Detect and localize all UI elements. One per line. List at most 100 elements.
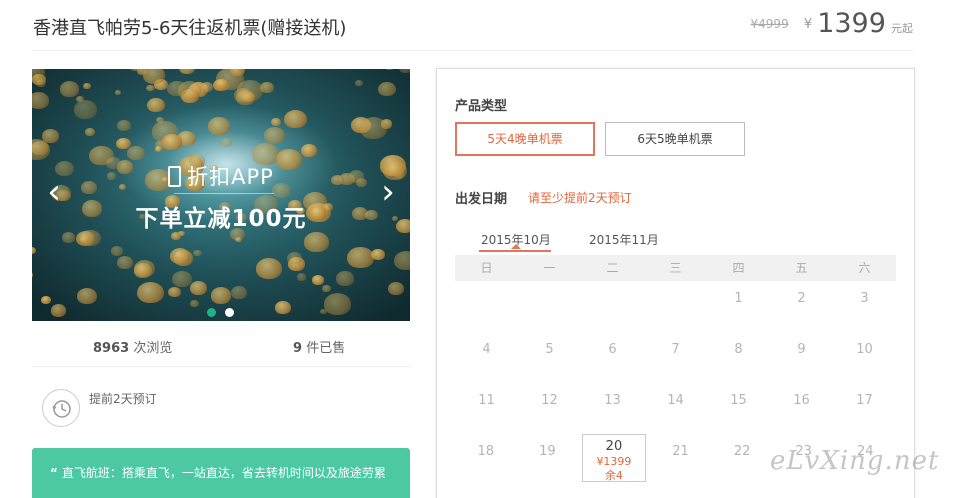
booking-panel: 产品类型 5天4晚单机票 6天5晚单机票 出发日期 请至少提前2天预订 2015…: [436, 68, 915, 498]
jellyfish-shape: [387, 282, 404, 296]
jellyfish-shape: [201, 82, 213, 92]
calendar-day-available[interactable]: 20 ¥1399 余4: [582, 434, 646, 482]
jellyfish-shape: [170, 231, 182, 241]
jellyfish-shape: [169, 248, 191, 265]
weekday-thu: 四: [732, 261, 745, 275]
jellyfish-shape: [214, 78, 229, 90]
slider-dot-1[interactable]: [207, 308, 216, 317]
phone-icon: [168, 166, 182, 187]
jellyfish-shape: [154, 146, 163, 153]
jellyfish-shape: [260, 82, 274, 93]
calendar-day: 1: [734, 291, 743, 306]
views-label: 次浏览: [133, 341, 173, 356]
jellyfish-shape: [370, 248, 385, 261]
sold-count: 9: [293, 341, 303, 356]
jellyfish-shape: [323, 293, 352, 316]
product-title: 香港直飞帕劳5-6天往返机票(赠接送机): [33, 18, 347, 39]
jellyfish-shape: [83, 82, 91, 89]
jellyfish-shape: [383, 69, 396, 71]
calendar-day: 10: [856, 342, 873, 357]
calendar-weekday-header: 日 一 二 三 四 五 六: [455, 255, 896, 281]
jellyfish-shape: [189, 299, 199, 307]
calendar-week-row: 4 5 6 7 8 9 10: [455, 332, 896, 383]
weekday-tue: 二: [606, 261, 619, 275]
day-number: 20: [605, 439, 623, 454]
option-5d4n-button[interactable]: 5天4晚单机票: [455, 122, 595, 156]
calendar-day: 5: [545, 342, 554, 357]
weekday-sat: 六: [858, 261, 871, 275]
jellyfish-shape: [77, 288, 98, 305]
calendar-day: 12: [541, 393, 558, 408]
jellyfish-shape: [236, 90, 255, 105]
jellyfish-shape: [270, 117, 281, 126]
day-price: ¥1399: [596, 455, 632, 468]
jellyfish-shape: [40, 295, 51, 304]
jellyfish-shape: [399, 69, 410, 73]
calendar-day: 9: [797, 342, 806, 357]
calendar-week-row: 1 2 3: [455, 281, 896, 332]
jellyfish-shape: [193, 249, 202, 257]
weekday-wed: 三: [669, 261, 682, 275]
jellyfish-shape: [178, 69, 196, 75]
promo-app-text: 折扣APP: [187, 165, 274, 189]
views-stat: 8963 次浏览: [93, 337, 172, 356]
clock-icon: [42, 389, 80, 427]
jellyfish-shape: [136, 281, 164, 303]
jellyfish-shape: [221, 138, 232, 147]
calendar-day: 13: [604, 393, 621, 408]
calendar-day: [644, 281, 707, 332]
calendar-day: 3: [860, 291, 869, 306]
jellyfish-shape: [32, 271, 33, 279]
sold-stat: 9 件已售: [293, 337, 345, 356]
jellyfish-shape: [319, 308, 327, 315]
calendar-day: 7: [671, 342, 680, 357]
jellyfish-shape: [171, 270, 192, 287]
jellyfish-shape: [133, 263, 152, 278]
image-slider[interactable]: 折扣APP 下单立减100元 ‹ ›: [32, 69, 410, 321]
jellyfish-shape: [50, 304, 67, 317]
calendar-day: 4: [482, 342, 491, 357]
calendar-day: [518, 281, 581, 332]
jellyfish-shape: [117, 255, 134, 269]
calendar-day: 14: [667, 393, 684, 408]
jellyfish-shape: [189, 281, 207, 295]
jellyfish-shape: [275, 301, 291, 314]
jellyfish-shape: [256, 258, 283, 280]
weekday-fri: 五: [795, 261, 808, 275]
jellyfish-shape: [142, 69, 165, 84]
calendar-day: 21: [672, 444, 689, 459]
currency-symbol: ¥: [803, 17, 813, 32]
calendar-day: 11: [478, 393, 495, 408]
calendar-day: 18: [477, 444, 495, 459]
jellyfish-shape: [146, 97, 165, 113]
jellyfish-shape: [359, 116, 388, 139]
day-stock: 余4: [604, 469, 623, 482]
jellyfish-shape: [263, 126, 286, 144]
jellyfish-shape: [297, 273, 307, 281]
calendar-day: 15: [730, 393, 747, 408]
jellyfish-shape: [32, 247, 36, 255]
price-box: ¥4999 ¥ 1399 元起: [751, 8, 913, 39]
jellyfish-shape: [85, 128, 95, 136]
slider-dot-2[interactable]: [225, 308, 234, 317]
calendar-day: 2: [797, 291, 806, 306]
tab-month-nov[interactable]: 2015年11月: [589, 231, 659, 248]
views-count: 8963: [93, 341, 130, 356]
slider-prev-arrow-icon[interactable]: ‹: [44, 175, 64, 211]
sold-label: 件已售: [306, 341, 346, 356]
jellyfish-shape: [378, 81, 397, 96]
advance-booking-text: 提前2天预订: [89, 392, 157, 406]
calendar-day: 16: [793, 393, 810, 408]
title-divider: [32, 50, 913, 51]
calendar-day: 17: [856, 393, 873, 408]
calendar-day: 22: [733, 444, 751, 459]
jellyfish-shape: [116, 120, 131, 132]
jellyfish-shape: [32, 91, 50, 109]
jellyfish-shape: [167, 80, 187, 97]
slider-next-arrow-icon[interactable]: ›: [378, 175, 398, 211]
calendar-day: 6: [608, 342, 617, 357]
jellyfish-shape: [208, 116, 231, 135]
jellyfish-shape: [114, 89, 122, 95]
option-6d5n-button[interactable]: 6天5晚单机票: [605, 122, 745, 156]
weekday-sun: 日: [480, 261, 493, 275]
